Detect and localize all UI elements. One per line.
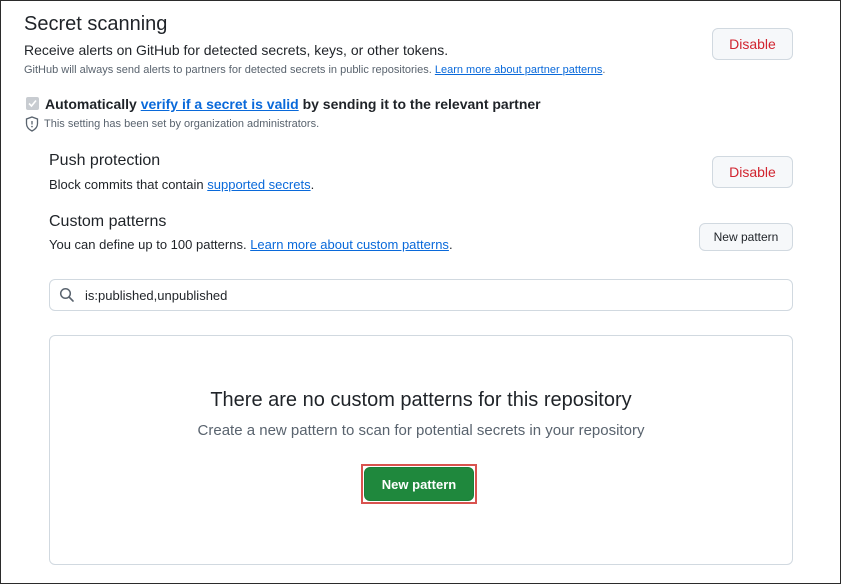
blankslate-description: Create a new pattern to scan for potenti… xyxy=(197,422,645,439)
admin-note: This setting has been set by organizatio… xyxy=(44,118,320,130)
push-protection-description: Block commits that contain supported sec… xyxy=(49,177,314,192)
custom-patterns-link[interactable]: Learn more about custom patterns xyxy=(250,237,449,252)
partner-patterns-link[interactable]: Learn more about partner patterns xyxy=(435,64,603,76)
validity-label-suffix: by sending it to the relevant partner xyxy=(302,96,541,112)
validity-checkbox[interactable] xyxy=(26,97,39,110)
new-pattern-button[interactable]: New pattern xyxy=(364,467,474,501)
custom-patterns-desc-suffix: . xyxy=(448,237,453,252)
search-input[interactable] xyxy=(83,286,767,304)
validity-label-prefix: Automatically xyxy=(45,96,137,112)
validity-label: Automatically verify if a secret is vali… xyxy=(45,96,541,112)
checkmark-icon xyxy=(28,99,37,108)
disable-push-protection-button[interactable]: Disable xyxy=(712,156,793,188)
custom-patterns-desc-text: You can define up to 100 patterns. xyxy=(49,237,247,252)
disable-secret-scanning-button[interactable]: Disable xyxy=(712,28,793,60)
push-protection-desc-suffix: . xyxy=(310,177,315,192)
section-description: Receive alerts on GitHub for detected se… xyxy=(24,42,449,58)
custom-patterns-title: Custom patterns xyxy=(49,213,167,230)
shield-icon xyxy=(25,116,39,132)
new-pattern-button-header[interactable]: New pattern xyxy=(699,223,793,251)
search-icon xyxy=(59,287,74,302)
section-title: Secret scanning xyxy=(24,13,168,35)
push-protection-title: Push protection xyxy=(49,152,161,169)
partner-note: GitHub will always send alerts to partne… xyxy=(24,64,605,76)
partner-note-suffix: . xyxy=(602,64,606,76)
blankslate: There are no custom patterns for this re… xyxy=(49,335,793,565)
pattern-search[interactable] xyxy=(49,279,793,311)
custom-patterns-description: You can define up to 100 patterns. Learn… xyxy=(49,237,453,252)
verify-secret-link[interactable]: verify if a secret is valid xyxy=(141,96,299,112)
push-protection-desc-text: Block commits that contain xyxy=(49,177,204,192)
partner-note-text: GitHub will always send alerts to partne… xyxy=(24,64,432,76)
blankslate-title: There are no custom patterns for this re… xyxy=(210,389,632,411)
supported-secrets-link[interactable]: supported secrets xyxy=(207,177,310,192)
